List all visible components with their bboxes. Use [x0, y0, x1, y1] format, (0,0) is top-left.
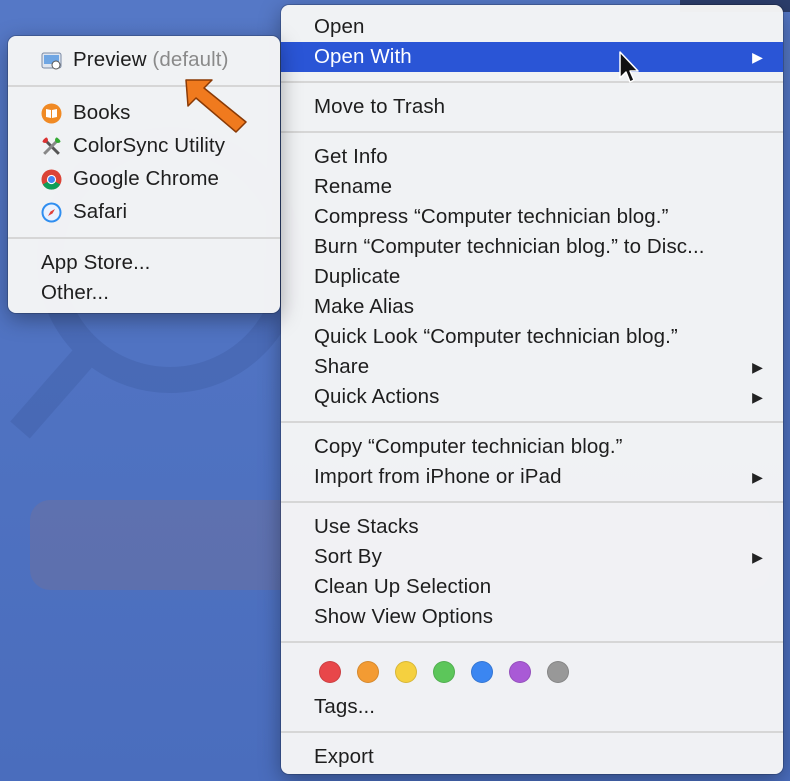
menu-separator [281, 501, 783, 503]
menu-item-sort-by[interactable]: Sort By ▶ [281, 542, 783, 572]
callout-arrow-icon [185, 79, 247, 133]
safari-icon [41, 202, 62, 223]
menu-item-tags[interactable]: Tags... [281, 692, 783, 722]
submenu-item-google-chrome[interactable]: Google Chrome [8, 162, 280, 195]
menu-item-export[interactable]: Export [281, 742, 783, 772]
menu-item-compress[interactable]: Compress “Computer technician blog.” [281, 202, 783, 232]
menu-separator [281, 131, 783, 133]
submenu-item-app-store[interactable]: App Store... [8, 248, 280, 278]
menu-item-get-info[interactable]: Get Info [281, 142, 783, 172]
submenu-arrow-icon: ▶ [752, 549, 763, 565]
menu-item-open-with[interactable]: Open With ▶ [281, 42, 783, 72]
menu-item-burn-to-disc[interactable]: Burn “Computer technician blog.” to Disc… [281, 232, 783, 262]
context-menu: Open Open With ▶ Move to Trash Get Info R… [281, 5, 783, 774]
colorsync-utility-icon [42, 137, 61, 156]
menu-item-clean-up-selection[interactable]: Clean Up Selection [281, 572, 783, 602]
menu-separator [281, 731, 783, 733]
books-icon [41, 103, 62, 124]
menu-separator [8, 237, 280, 239]
submenu-arrow-icon: ▶ [752, 49, 763, 65]
tag-orange-button[interactable] [357, 661, 379, 683]
menu-item-share[interactable]: Share ▶ [281, 352, 783, 382]
submenu-arrow-icon: ▶ [752, 469, 763, 485]
tag-yellow-button[interactable] [395, 661, 417, 683]
menu-item-use-stacks[interactable]: Use Stacks [281, 512, 783, 542]
menu-item-duplicate[interactable]: Duplicate [281, 262, 783, 292]
submenu-item-preview[interactable]: Preview (default) [8, 43, 280, 76]
submenu-item-safari[interactable]: Safari [8, 195, 280, 228]
mouse-cursor-icon [619, 51, 639, 83]
tag-red-button[interactable] [319, 661, 341, 683]
menu-item-show-view-options[interactable]: Show View Options [281, 602, 783, 632]
menu-separator [281, 641, 783, 643]
submenu-item-other[interactable]: Other... [8, 278, 280, 308]
menu-item-open[interactable]: Open [281, 12, 783, 42]
submenu-arrow-icon: ▶ [752, 389, 763, 405]
default-label: (default) [152, 48, 229, 71]
submenu-arrow-icon: ▶ [752, 359, 763, 375]
menu-separator [281, 81, 783, 83]
chrome-icon [41, 169, 62, 190]
menu-item-make-alias[interactable]: Make Alias [281, 292, 783, 322]
menu-item-quick-look[interactable]: Quick Look “Computer technician blog.” [281, 322, 783, 352]
menu-item-quick-actions[interactable]: Quick Actions ▶ [281, 382, 783, 412]
tag-blue-button[interactable] [471, 661, 493, 683]
preview-icon [41, 52, 62, 70]
menu-item-move-to-trash[interactable]: Move to Trash [281, 92, 783, 122]
menu-item-rename[interactable]: Rename [281, 172, 783, 202]
menu-separator [281, 421, 783, 423]
menu-item-import-from-iphone[interactable]: Import from iPhone or iPad ▶ [281, 462, 783, 492]
tag-gray-button[interactable] [547, 661, 569, 683]
menu-item-copy[interactable]: Copy “Computer technician blog.” [281, 432, 783, 462]
tag-green-button[interactable] [433, 661, 455, 683]
tag-purple-button[interactable] [509, 661, 531, 683]
tag-colors-row [281, 652, 783, 692]
